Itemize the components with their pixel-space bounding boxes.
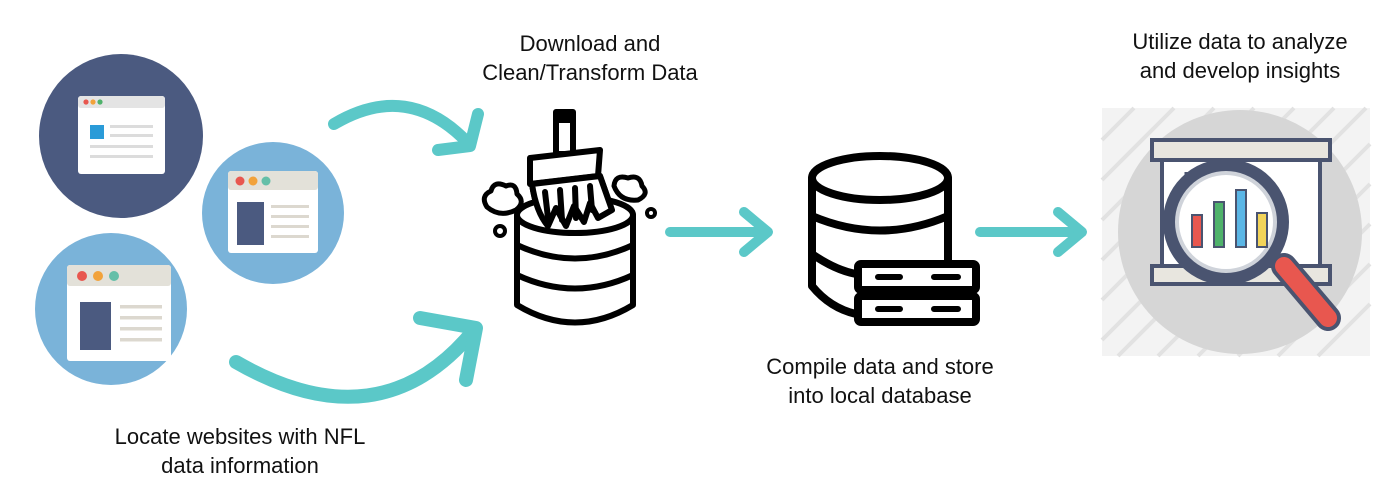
step-compile-line2: into local database <box>788 383 972 408</box>
step-clean-line2: Clean/Transform Data <box>482 60 698 85</box>
step-utilize-line1: Utilize data to analyze <box>1132 29 1348 54</box>
step-clean-line1: Download and <box>519 31 661 56</box>
curved-arrow-bottom-icon <box>229 311 483 404</box>
straight-arrow-1-icon <box>665 207 773 257</box>
websites-icon <box>35 54 344 385</box>
analyze-icon <box>1100 106 1372 358</box>
step-compile-line1: Compile data and store <box>766 354 994 379</box>
step-locate-line1: Locate websites with NFL <box>114 424 366 449</box>
clean-database-icon <box>481 109 657 326</box>
step-utilize-line2: and develop insights <box>1139 58 1341 83</box>
straight-arrow-2-icon <box>975 207 1087 257</box>
step-locate-label: Locate websites with NFL data informatio… <box>60 422 420 480</box>
step-clean-label: Download and Clean/Transform Data <box>425 29 755 87</box>
local-database-icon <box>808 152 980 326</box>
step-compile-label: Compile data and store into local databa… <box>720 352 1040 410</box>
step-utilize-label: Utilize data to analyze and develop insi… <box>1090 27 1384 85</box>
curved-arrow-top-icon <box>328 99 484 156</box>
step-locate-line2: data information <box>161 453 319 478</box>
